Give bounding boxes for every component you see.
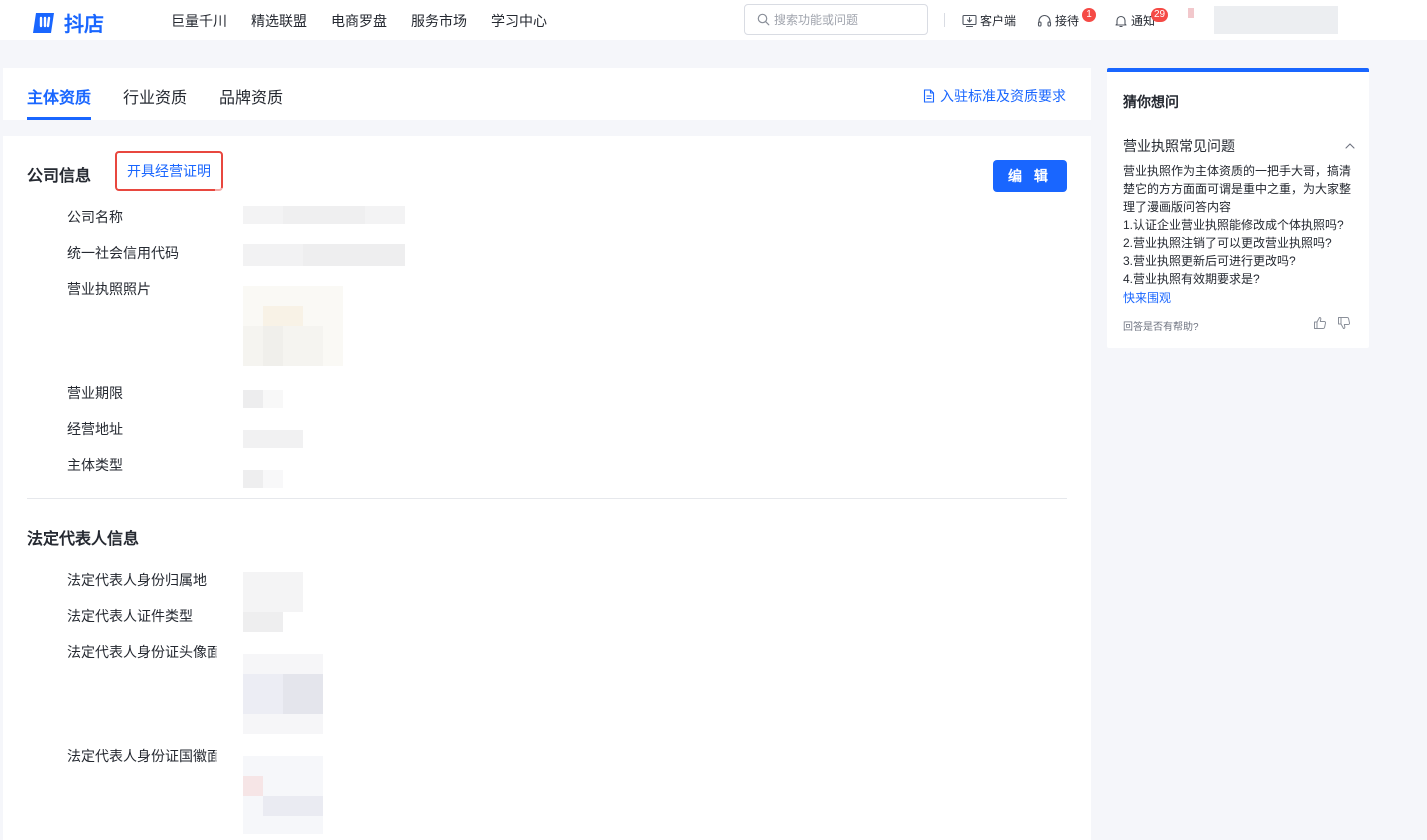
redacted-account-info[interactable] <box>1214 6 1338 34</box>
field-label-credit-code: 统一社会信用代码 <box>67 245 179 261</box>
field-label-business-term: 营业期限 <box>67 385 123 401</box>
field-label-legal-rep-region: 法定代表人身份归属地 <box>67 572 207 588</box>
top-header: 抖店 巨量千川 精选联盟 电商罗盘 服务市场 学习中心 客户端 接待 1 <box>0 0 1427 40</box>
thumbs-up-icon[interactable] <box>1313 316 1327 330</box>
field-label-legal-rep-id-front: 法定代表人身份证头像面 <box>67 644 217 660</box>
nav-item-qianchuan[interactable]: 巨量千川 <box>171 11 227 31</box>
field-label-license-photo: 营业执照照片 <box>67 281 151 297</box>
faq-item: 1.认证企业营业执照能修改成个体执照吗? <box>1123 218 1344 232</box>
standards-link[interactable]: 入驻标准及资质要求 <box>923 86 1066 106</box>
nav-item-alliance[interactable]: 精选联盟 <box>251 11 307 31</box>
reception-label: 接待 <box>1055 14 1080 28</box>
faq-section-toggle[interactable]: 营业执照常见问题 <box>1123 136 1355 156</box>
tab-industry-qualification[interactable]: 行业资质 <box>123 84 187 108</box>
logo[interactable]: 抖店 <box>32 8 104 37</box>
faq-more-link[interactable]: 快来围观 <box>1123 289 1171 306</box>
field-label-entity-type: 主体类型 <box>67 457 123 473</box>
reception-button[interactable]: 接待 <box>1037 12 1079 29</box>
feedback-buttons <box>1313 316 1351 330</box>
section-divider <box>27 498 1067 499</box>
client-label: 客户端 <box>980 14 1017 28</box>
search-input[interactable] <box>774 12 914 27</box>
edit-button[interactable]: 编 辑 <box>993 160 1067 192</box>
faq-item: 3.营业执照更新后可进行更改吗? <box>1123 254 1296 268</box>
faq-panel: 猜你想问 营业执照常见问题 营业执照作为主体资质的一把手大哥，搞清楚它的方方面面… <box>1107 68 1369 348</box>
qualification-detail-card: 公司信息 开具经营证明 编 辑 公司名称 统一社会信用代码 营业执照照片 营业期… <box>3 136 1091 840</box>
document-icon <box>923 89 935 103</box>
faq-content: 营业执照作为主体资质的一把手大哥，搞清楚它的方方面面可谓是重中之重，为大家整理了… <box>1123 162 1357 288</box>
bell-icon <box>1115 15 1127 27</box>
notify-badge: 29 <box>1151 8 1169 22</box>
thumbs-down-icon[interactable] <box>1337 316 1351 330</box>
field-label-legal-rep-id-type: 法定代表人证件类型 <box>67 608 193 624</box>
search-icon <box>757 13 770 26</box>
field-label-business-address: 经营地址 <box>67 421 123 437</box>
header-divider <box>944 13 945 27</box>
field-label-legal-rep-id-back: 法定代表人身份证国徽面 <box>67 748 217 764</box>
reception-badge: 1 <box>1082 8 1096 22</box>
redaction-overlay <box>215 188 575 508</box>
faq-item: 2.营业执照注销了可以更改营业执照吗? <box>1123 236 1332 250</box>
faq-intro: 营业执照作为主体资质的一把手大哥，搞清楚它的方方面面可谓是重中之重，为大家整理了… <box>1123 164 1352 214</box>
issue-business-certificate-button[interactable]: 开具经营证明 <box>115 151 223 191</box>
client-download-button[interactable]: 客户端 <box>962 12 1016 29</box>
chevron-up-icon <box>1345 143 1355 149</box>
nav-item-compass[interactable]: 电商罗盘 <box>331 11 387 31</box>
standards-link-label: 入驻标准及资质要求 <box>940 88 1066 104</box>
tab-entity-qualification[interactable]: 主体资质 <box>27 84 91 108</box>
redaction-overlay <box>215 556 575 840</box>
field-label-company-name: 公司名称 <box>67 209 123 225</box>
active-tab-indicator <box>27 117 91 120</box>
nav-item-service-market[interactable]: 服务市场 <box>411 11 467 31</box>
tab-brand-qualification[interactable]: 品牌资质 <box>219 84 283 108</box>
helpful-prompt: 回答是否有帮助? <box>1123 322 1199 333</box>
notify-button[interactable]: 通知 <box>1114 12 1155 29</box>
nav-item-learning-center[interactable]: 学习中心 <box>491 11 547 31</box>
legal-rep-info-title: 法定代表人信息 <box>27 531 140 548</box>
faq-panel-title: 猜你想问 <box>1123 94 1179 110</box>
faq-item: 4.营业执照有效期要求是? <box>1123 272 1260 286</box>
douyin-shop-logo-icon <box>33 12 54 33</box>
faq-section-title: 营业执照常见问题 <box>1123 138 1235 154</box>
monitor-download-icon <box>962 14 977 27</box>
qualification-tabs: 主体资质 行业资质 品牌资质 入驻标准及资质要求 <box>3 68 1091 120</box>
headset-icon <box>1037 14 1052 27</box>
top-nav: 巨量千川 精选联盟 电商罗盘 服务市场 学习中心 <box>171 11 547 31</box>
redacted-shop-mark <box>1188 8 1194 18</box>
logo-text: 抖店 <box>64 14 104 36</box>
company-info-title: 公司信息 <box>27 168 92 185</box>
search-box <box>744 4 928 35</box>
